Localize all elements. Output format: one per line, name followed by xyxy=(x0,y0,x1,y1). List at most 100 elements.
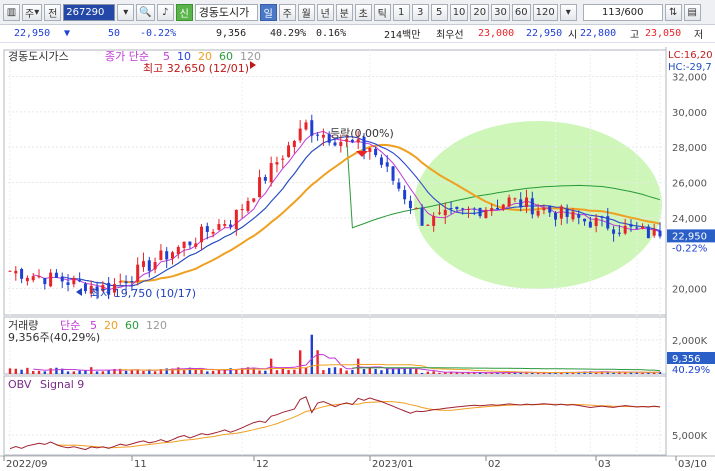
interval-5[interactable]: 5 xyxy=(430,3,448,21)
interval-60[interactable]: 60 xyxy=(511,3,531,21)
trade-amount: 214백만 xyxy=(384,30,421,41)
candle-body xyxy=(147,260,151,271)
candle-body xyxy=(14,270,18,274)
candle-body xyxy=(623,225,627,234)
candle-body xyxy=(641,226,645,229)
code-input[interactable] xyxy=(63,3,116,21)
volume-bar xyxy=(217,370,221,374)
max-annotation: 최고 32,650 (12/01) xyxy=(143,62,249,75)
obv-title: OBV xyxy=(8,378,32,391)
candle-body xyxy=(159,250,163,260)
interval-30[interactable]: 30 xyxy=(491,3,510,21)
obv-panel-frame xyxy=(3,375,667,456)
code-dropdown-icon[interactable]: ▾ xyxy=(117,3,135,21)
candle-body xyxy=(281,158,285,160)
period-tick[interactable]: 틱 xyxy=(373,3,391,21)
candle-body xyxy=(43,277,47,285)
period-day[interactable]: 일 xyxy=(259,3,277,21)
current-pct-text: -0.22% xyxy=(672,243,707,254)
volume-bar xyxy=(345,370,348,374)
chart-type-icon[interactable]: ▥ xyxy=(3,3,20,21)
market-select[interactable]: 주 ▾ xyxy=(22,3,43,21)
change-percent: -0.22% xyxy=(140,28,177,39)
interval-20[interactable]: 20 xyxy=(470,3,490,21)
volume-bar xyxy=(333,367,337,374)
period-month[interactable]: 월 xyxy=(297,3,315,21)
x-axis-label: 03 xyxy=(598,459,611,470)
candle-body xyxy=(646,226,650,239)
candle-body xyxy=(269,163,273,183)
period-second[interactable]: 초 xyxy=(354,3,372,21)
volume-bar xyxy=(130,370,134,374)
candle-body xyxy=(8,270,12,272)
interval-3[interactable]: 3 xyxy=(411,3,429,21)
candle-body xyxy=(217,224,221,230)
candle-body xyxy=(507,197,511,207)
volume-bar xyxy=(339,368,343,374)
interval-10[interactable]: 10 xyxy=(449,3,469,21)
volume-bar xyxy=(415,368,418,374)
volume-bar xyxy=(252,367,255,374)
volume-bar xyxy=(536,372,540,374)
candle-body xyxy=(368,148,372,152)
candle-body xyxy=(461,208,465,210)
high-price: 23,050 xyxy=(645,28,682,39)
chart-area[interactable]: 32,000 30,000 28,000 26,000 24,000 20,000 경동도시… xyxy=(0,47,715,471)
chart-settings-icon[interactable]: ⇅ xyxy=(664,3,682,21)
candle-body xyxy=(130,281,134,283)
candle-body xyxy=(31,276,35,281)
volume-bar xyxy=(298,350,302,374)
candle-body xyxy=(136,264,140,282)
min-annotation: 최저 19,750 (10/17) xyxy=(90,287,196,300)
x-axis-label: 2023/01 xyxy=(372,459,414,470)
candle-body xyxy=(588,221,592,228)
volume-bar xyxy=(426,371,430,374)
candle-body xyxy=(83,283,87,292)
price-y-tick: 30,000 xyxy=(672,108,707,119)
candle-body xyxy=(304,122,308,130)
x-axis-label: 03/10 xyxy=(678,459,707,470)
volume-y-tick: 2,000K xyxy=(672,336,708,347)
interval-120[interactable]: 120 xyxy=(532,3,558,21)
hc-label: HC:-29,7 xyxy=(668,62,712,73)
volume-bar xyxy=(211,370,215,374)
candle-body xyxy=(176,246,180,255)
period-minute[interactable]: 분 xyxy=(335,3,353,21)
candle-body xyxy=(153,262,157,270)
volume-legend-item: 120 xyxy=(146,319,167,332)
period-year[interactable]: 년 xyxy=(316,3,334,21)
bar-chart-icon[interactable]: ▤ xyxy=(683,3,701,21)
new-badge[interactable]: 신 xyxy=(175,3,193,21)
search-icon[interactable]: 🔍 xyxy=(136,3,155,21)
obv-y-tick: 5,000K xyxy=(672,431,708,442)
volume-bar xyxy=(20,369,23,374)
volume-bar xyxy=(432,371,435,374)
volume-value-label: 9,356주(40,29%) xyxy=(8,331,100,344)
candle-body xyxy=(223,224,227,226)
volume-bar xyxy=(101,371,105,374)
candle-body xyxy=(426,224,430,226)
candle-body xyxy=(519,199,523,208)
period-week[interactable]: 주 xyxy=(278,3,296,21)
candle-body xyxy=(252,198,256,202)
x-axis-label: 2022/09 xyxy=(6,459,48,470)
volume-bar xyxy=(327,367,331,374)
price-y-tick: 32,000 xyxy=(672,73,707,84)
sound-icon[interactable]: ♪ xyxy=(156,3,174,21)
volume-bar xyxy=(95,371,99,374)
bar-count[interactable]: 113/600 xyxy=(582,3,663,21)
interval-dropdown-icon[interactable]: ▾ xyxy=(559,3,577,21)
candle-body xyxy=(420,208,424,226)
volume-bar xyxy=(362,369,366,374)
volume-bar xyxy=(612,372,615,374)
candle-body xyxy=(414,208,418,210)
volume-bar xyxy=(374,369,377,374)
price-y-tick: 26,000 xyxy=(672,179,707,190)
current-price-tag-text: 22,950 xyxy=(672,231,707,242)
interval-1[interactable]: 1 xyxy=(392,3,410,21)
candle-body xyxy=(432,216,436,226)
chart-svg[interactable]: 32,000 30,000 28,000 26,000 24,000 20,000 경동도시… xyxy=(0,47,715,471)
candle-body xyxy=(37,276,41,278)
prev-button[interactable]: 전 xyxy=(44,3,62,21)
candle-body xyxy=(234,209,238,230)
